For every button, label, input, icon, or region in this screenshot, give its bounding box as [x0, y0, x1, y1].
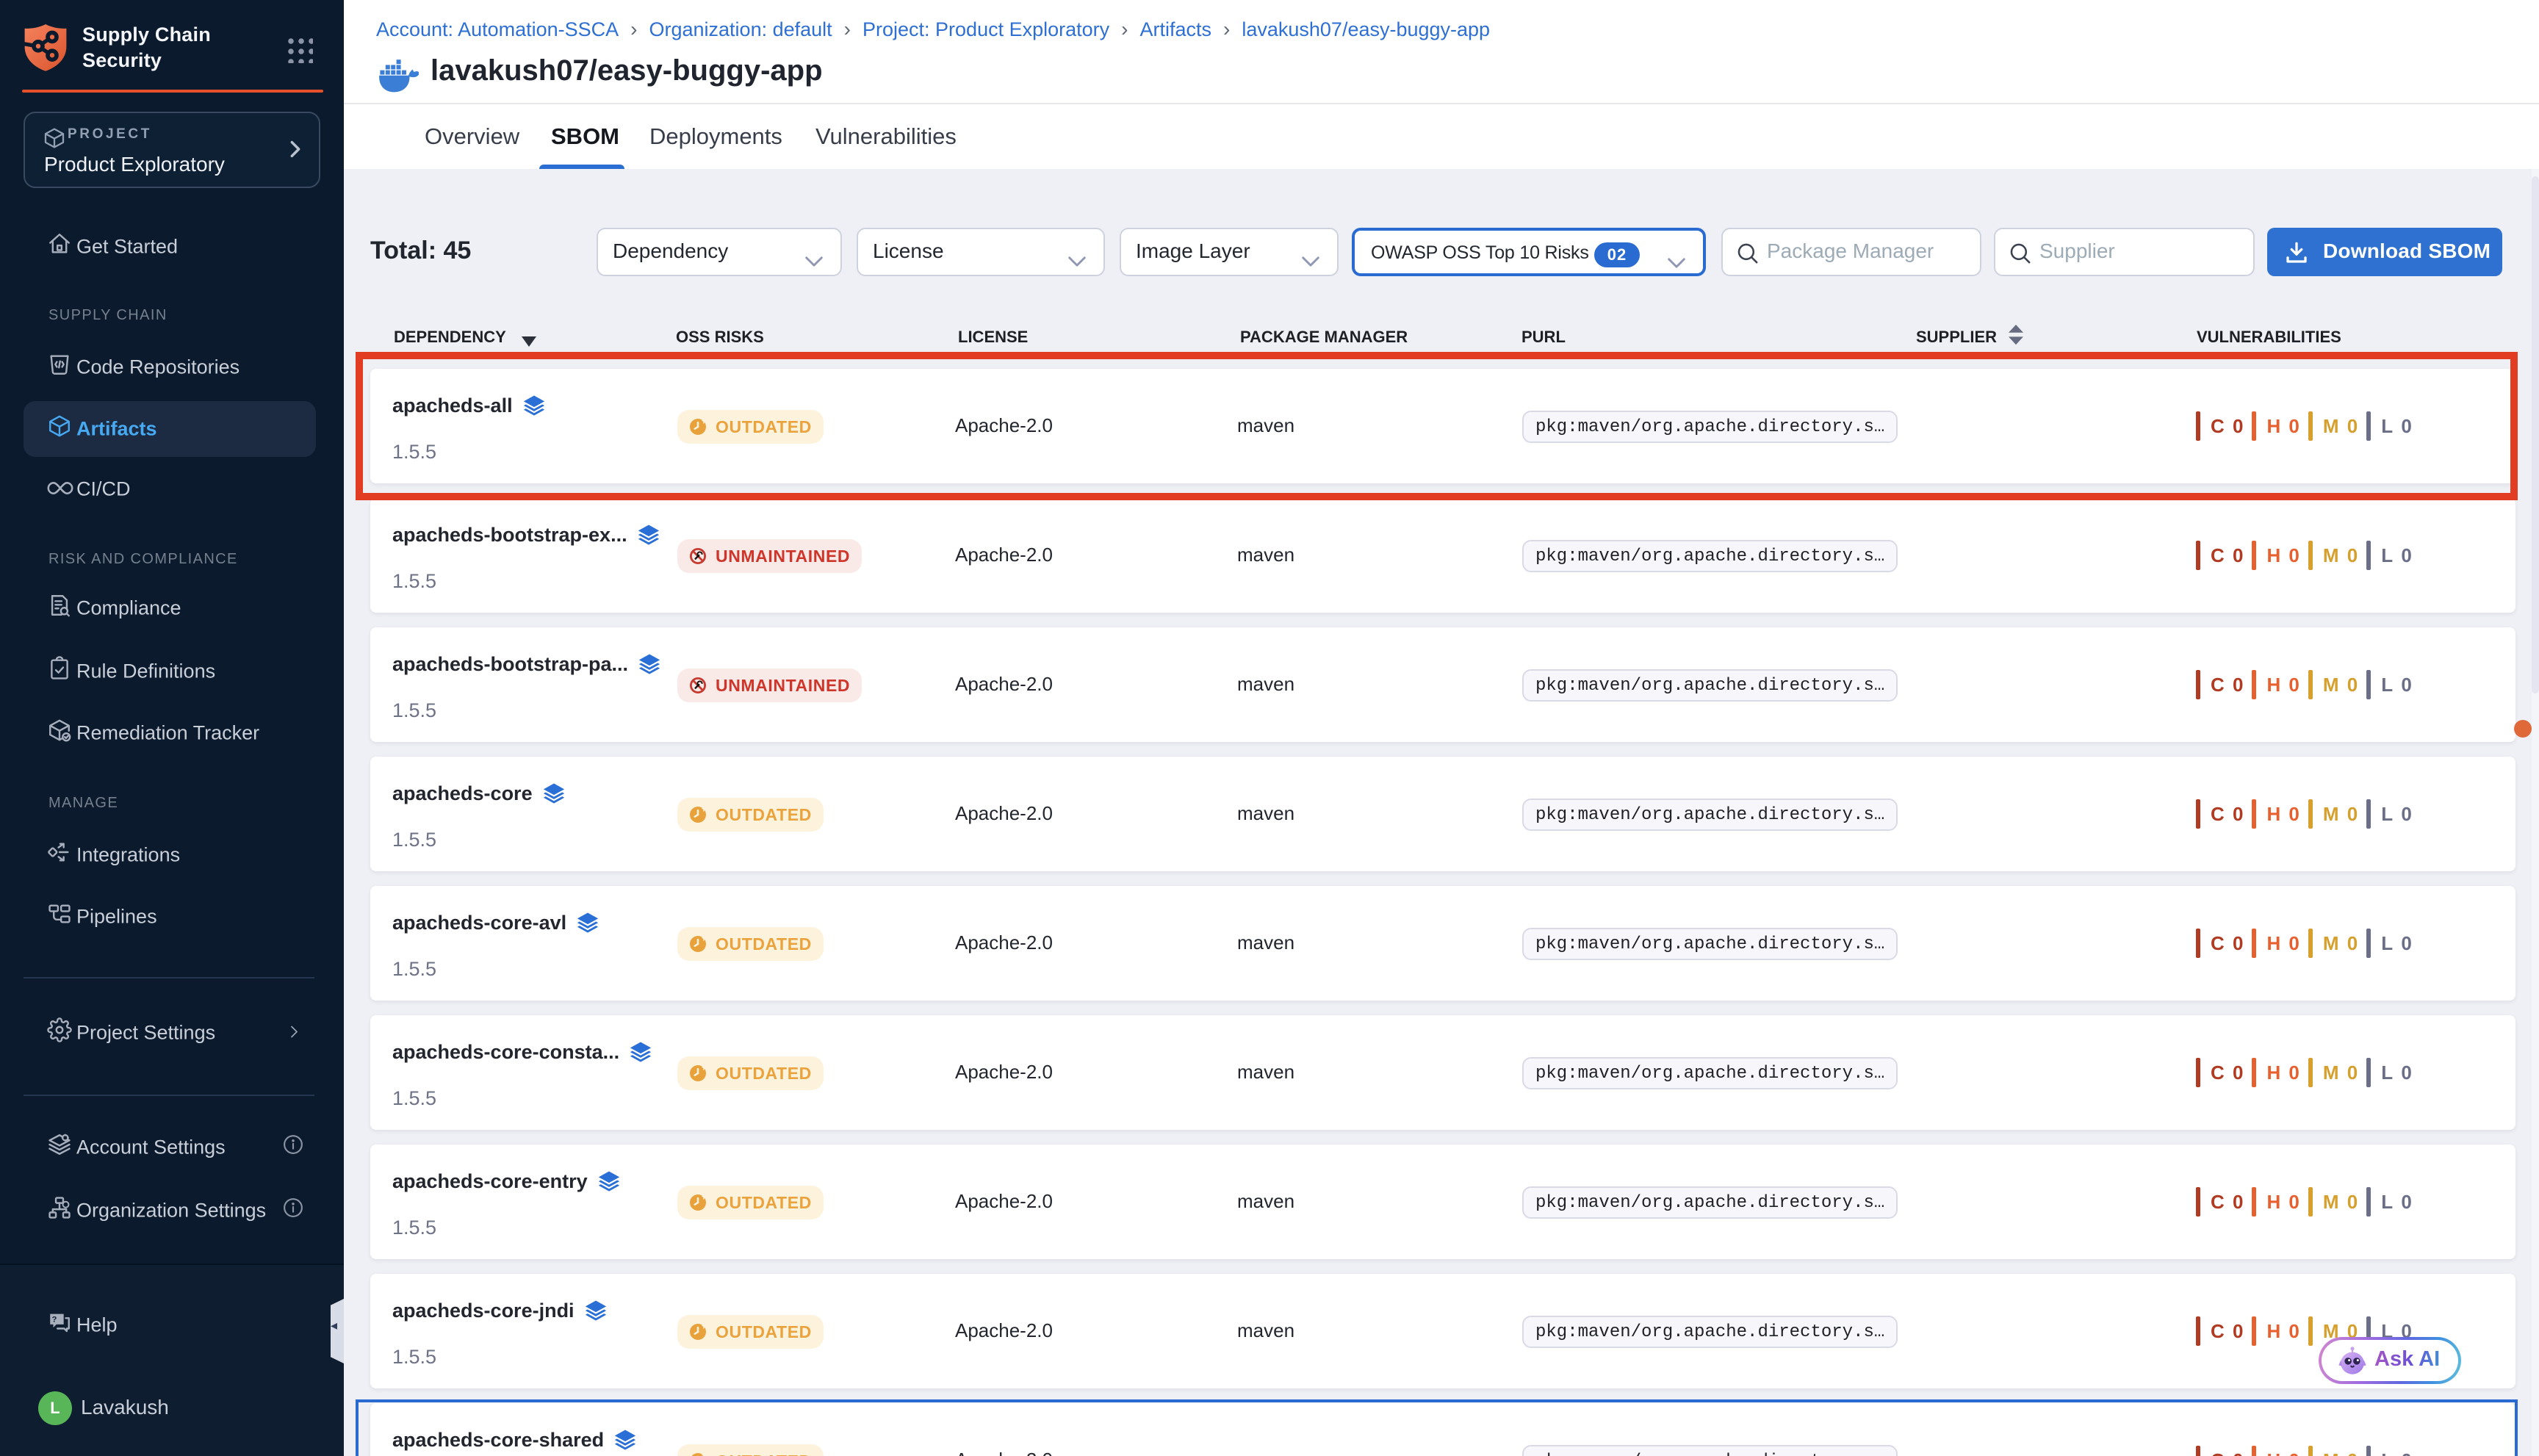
- svg-text:?: ?: [51, 1315, 57, 1324]
